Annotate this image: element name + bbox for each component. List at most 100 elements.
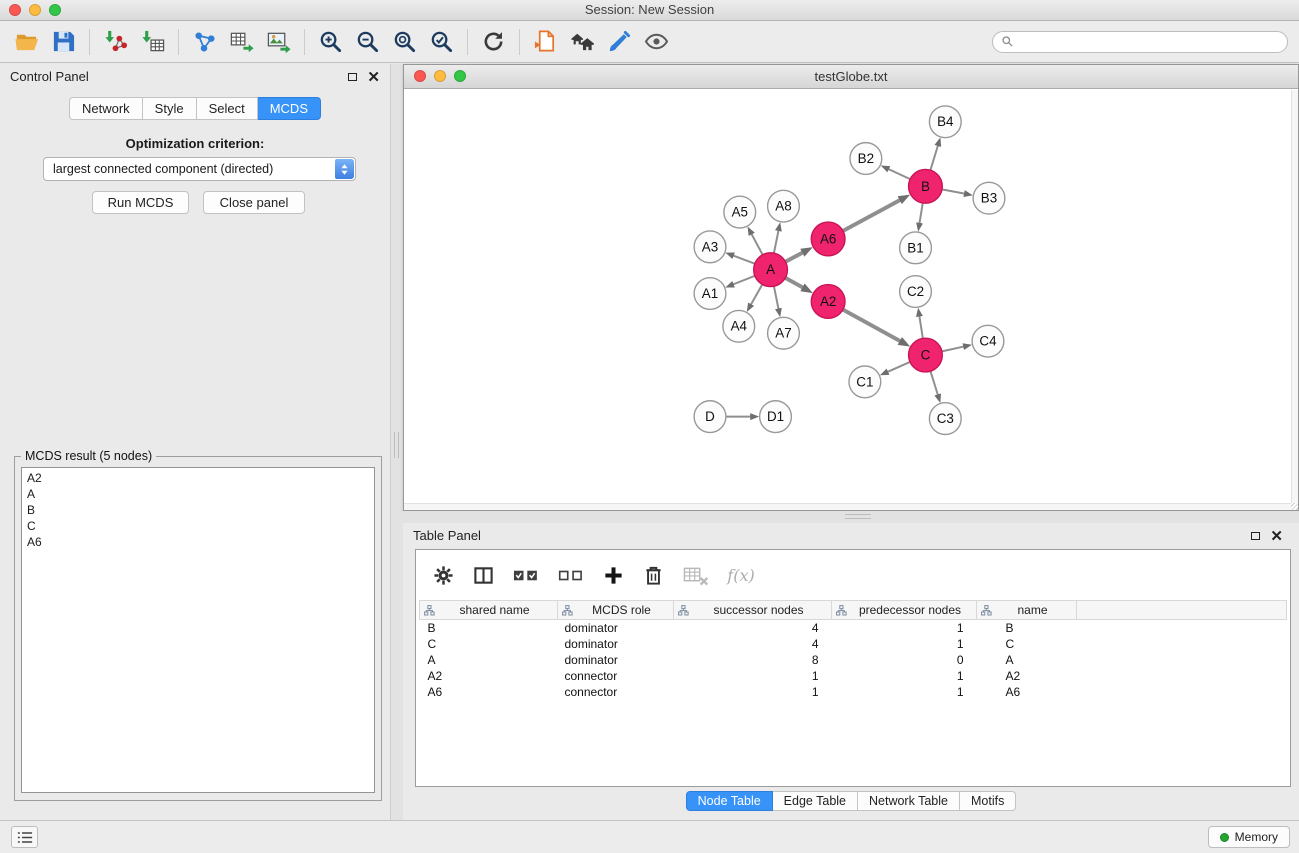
add-row-button[interactable] — [603, 560, 624, 590]
function-button[interactable]: f(x) — [727, 560, 754, 590]
import-table-file-button[interactable] — [134, 25, 171, 59]
control-panel-float-icon[interactable] — [348, 73, 357, 81]
table-panel-float-icon[interactable] — [1251, 532, 1260, 540]
cell-shared-name[interactable]: B — [420, 620, 558, 636]
network-node-C3[interactable]: C3 — [929, 403, 961, 435]
search-field[interactable] — [992, 31, 1288, 53]
result-item[interactable]: A — [27, 486, 369, 502]
columns-button[interactable] — [473, 560, 494, 590]
network-node-B1[interactable]: B1 — [900, 232, 932, 264]
table-row[interactable]: A6connector11A6 — [420, 684, 1287, 700]
column-header-predecessor-nodes[interactable]: predecessor nodes — [832, 601, 977, 620]
cell-mcds-role[interactable]: dominator — [558, 620, 674, 636]
network-edge-B-B2[interactable] — [888, 169, 910, 179]
network-close-button[interactable] — [414, 70, 426, 82]
network-edge-B-B3[interactable] — [942, 189, 965, 193]
table-row[interactable]: Adominator80A — [420, 652, 1287, 668]
tab-edge-table[interactable]: Edge Table — [773, 791, 858, 811]
zoom-window-button[interactable] — [49, 4, 61, 16]
delete-row-button[interactable] — [643, 560, 664, 590]
network-edge-A-A5[interactable] — [751, 234, 762, 255]
cell-shared-name[interactable]: A — [420, 652, 558, 668]
result-item[interactable]: A6 — [27, 534, 369, 550]
network-horizontal-scrollbar[interactable] — [404, 503, 1291, 510]
home-button[interactable] — [564, 25, 601, 59]
network-node-D[interactable]: D — [694, 401, 726, 433]
control-tab-select[interactable]: Select — [197, 97, 258, 120]
cell-successor-nodes[interactable]: 4 — [674, 636, 832, 652]
network-node-A6[interactable]: A6 — [811, 222, 845, 256]
network-vertical-scrollbar[interactable] — [1291, 90, 1298, 503]
cell-successor-nodes[interactable]: 1 — [674, 684, 832, 700]
show-graphics-details-button[interactable] — [638, 25, 675, 59]
network-edge-A2-C[interactable] — [843, 310, 900, 342]
control-tab-style[interactable]: Style — [143, 97, 197, 120]
zoom-selected-button[interactable] — [423, 25, 460, 59]
zoom-fit-button[interactable] — [386, 25, 423, 59]
control-tab-network[interactable]: Network — [69, 97, 143, 120]
network-edge-A6-B[interactable] — [843, 200, 900, 231]
export-table-button[interactable] — [223, 25, 260, 59]
control-tab-mcds[interactable]: MCDS — [258, 97, 321, 120]
criterion-dropdown[interactable]: largest connected component (directed) — [43, 157, 356, 181]
network-node-C2[interactable]: C2 — [900, 276, 932, 308]
network-node-C4[interactable]: C4 — [972, 325, 1004, 357]
network-edge-A-A8[interactable] — [774, 230, 779, 253]
network-node-A7[interactable]: A7 — [768, 317, 800, 349]
cell-shared-name[interactable]: C — [420, 636, 558, 652]
network-node-C1[interactable]: C1 — [849, 366, 881, 398]
cell-predecessor-nodes[interactable]: 1 — [832, 684, 977, 700]
network-node-B3[interactable]: B3 — [973, 182, 1005, 214]
save-session-button[interactable] — [45, 25, 82, 59]
result-item[interactable]: B — [27, 502, 369, 518]
network-node-C[interactable]: C — [909, 338, 943, 372]
import-network-file-button[interactable] — [97, 25, 134, 59]
tab-motifs[interactable]: Motifs — [960, 791, 1016, 811]
cell-successor-nodes[interactable]: 8 — [674, 652, 832, 668]
horizontal-splitter[interactable] — [403, 511, 1299, 523]
network-edge-A-A4[interactable] — [751, 284, 762, 304]
zoom-in-button[interactable] — [312, 25, 349, 59]
cell-predecessor-nodes[interactable]: 1 — [832, 620, 977, 636]
close-panel-button[interactable]: Close panel — [203, 191, 305, 214]
vertical-splitter[interactable] — [391, 64, 403, 820]
network-edge-B-B1[interactable] — [919, 203, 922, 223]
network-edge-A-A3[interactable] — [733, 256, 755, 264]
table-row[interactable]: A2connector11A2 — [420, 668, 1287, 684]
network-node-A8[interactable]: A8 — [768, 190, 800, 222]
network-node-B[interactable]: B — [909, 169, 943, 203]
network-node-A1[interactable]: A1 — [694, 278, 726, 310]
cell-successor-nodes[interactable]: 1 — [674, 668, 832, 684]
close-window-button[interactable] — [9, 4, 21, 16]
memory-button[interactable]: Memory — [1208, 826, 1290, 848]
network-node-A5[interactable]: A5 — [724, 196, 756, 228]
cell-predecessor-nodes[interactable]: 1 — [832, 636, 977, 652]
delete-table-button[interactable] — [683, 560, 709, 590]
result-item[interactable]: C — [27, 518, 369, 534]
network-edge-A-A1[interactable] — [733, 276, 755, 285]
network-edge-C-C2[interactable] — [919, 316, 922, 338]
cell-predecessor-nodes[interactable]: 1 — [832, 668, 977, 684]
control-panel-close-icon[interactable]: ✕ — [367, 70, 380, 85]
tab-node-table[interactable]: Node Table — [686, 791, 773, 811]
export-network-button[interactable] — [186, 25, 223, 59]
cell-shared-name[interactable]: A6 — [420, 684, 558, 700]
mcds-result-list[interactable]: A2ABCA6 — [21, 467, 375, 793]
unselect-all-button[interactable] — [558, 560, 584, 590]
column-header-successor-nodes[interactable]: successor nodes — [674, 601, 832, 620]
zoom-out-button[interactable] — [349, 25, 386, 59]
table-panel-close-icon[interactable]: ✕ — [1270, 529, 1283, 544]
cell-shared-name[interactable]: A2 — [420, 668, 558, 684]
network-node-D1[interactable]: D1 — [760, 401, 792, 433]
tab-network-table[interactable]: Network Table — [858, 791, 960, 811]
cell-name[interactable]: B — [977, 620, 1077, 636]
network-node-A2[interactable]: A2 — [811, 285, 845, 319]
cell-mcds-role[interactable]: dominator — [558, 636, 674, 652]
search-input[interactable] — [1019, 35, 1279, 49]
result-item[interactable]: A2 — [27, 470, 369, 486]
refresh-button[interactable] — [475, 25, 512, 59]
network-document-button[interactable] — [527, 25, 564, 59]
table-row[interactable]: Bdominator41B — [420, 620, 1287, 636]
network-zoom-button[interactable] — [454, 70, 466, 82]
panel-toggle-button[interactable] — [11, 826, 38, 848]
